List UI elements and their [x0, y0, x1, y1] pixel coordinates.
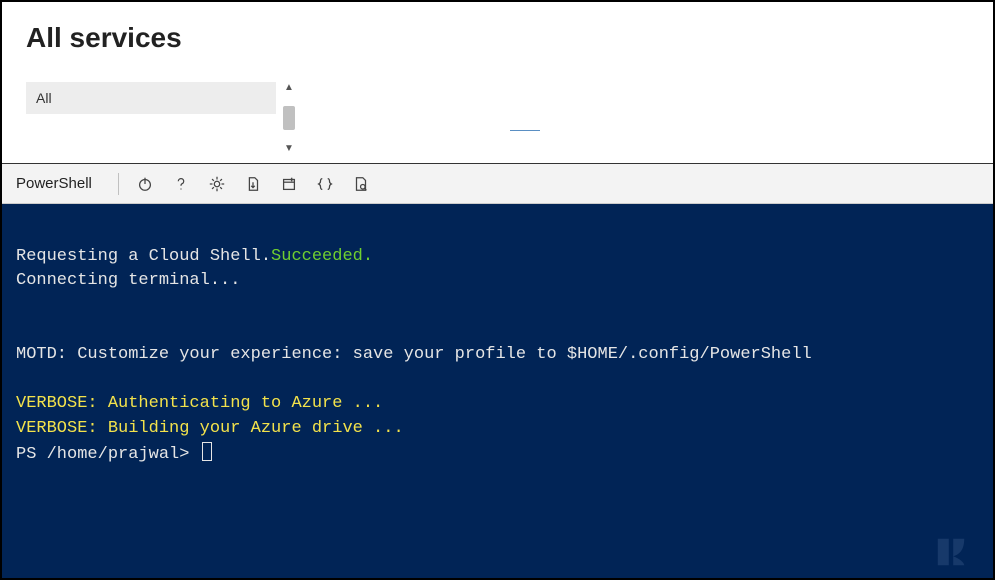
scroll-down-arrow-icon[interactable]: ▼ — [284, 143, 294, 154]
new-session-button[interactable] — [275, 170, 303, 198]
file-search-icon — [352, 175, 370, 193]
restart-button[interactable] — [131, 170, 159, 198]
help-icon — [172, 175, 190, 193]
gear-icon — [208, 175, 226, 193]
help-button[interactable] — [167, 170, 195, 198]
terminal-motd: MOTD: Customize your experience: save yo… — [16, 345, 812, 364]
scroll-thumb[interactable] — [283, 106, 295, 130]
cloud-shell-toolbar: PowerShell — [2, 164, 993, 204]
terminal-line: Connecting terminal... — [16, 271, 240, 290]
terminal[interactable]: Requesting a Cloud Shell.Succeeded. Conn… — [2, 204, 993, 578]
filter-row: All ▲ ▼ — [26, 82, 969, 154]
terminal-verbose: VERBOSE: Building your Azure drive ... — [16, 419, 404, 438]
category-filter-dropdown[interactable]: All — [26, 82, 276, 114]
power-icon — [136, 175, 154, 193]
page-title: All services — [26, 22, 969, 54]
braces-icon — [316, 175, 334, 193]
watermark-logo — [929, 530, 973, 574]
preview-button[interactable] — [347, 170, 375, 198]
scroll-up-arrow-icon[interactable]: ▲ — [284, 82, 294, 93]
terminal-verbose: VERBOSE: Authenticating to Azure ... — [16, 394, 383, 413]
filter-value: All — [36, 90, 52, 106]
new-window-icon — [280, 175, 298, 193]
upload-download-button[interactable] — [239, 170, 267, 198]
terminal-line: Requesting a Cloud Shell. — [16, 247, 271, 266]
file-transfer-icon — [244, 175, 262, 193]
cursor-icon — [202, 442, 212, 461]
shell-type-selector[interactable]: PowerShell — [16, 175, 106, 192]
link-underline — [510, 130, 540, 131]
services-panel: All services All ▲ ▼ — [2, 2, 993, 164]
shell-label: PowerShell — [16, 175, 92, 192]
editor-button[interactable] — [311, 170, 339, 198]
scrollbar[interactable]: ▲ ▼ — [280, 82, 298, 154]
settings-button[interactable] — [203, 170, 231, 198]
divider — [118, 173, 119, 195]
terminal-status: Succeeded. — [271, 247, 373, 266]
terminal-prompt: PS /home/prajwal> — [16, 445, 189, 464]
